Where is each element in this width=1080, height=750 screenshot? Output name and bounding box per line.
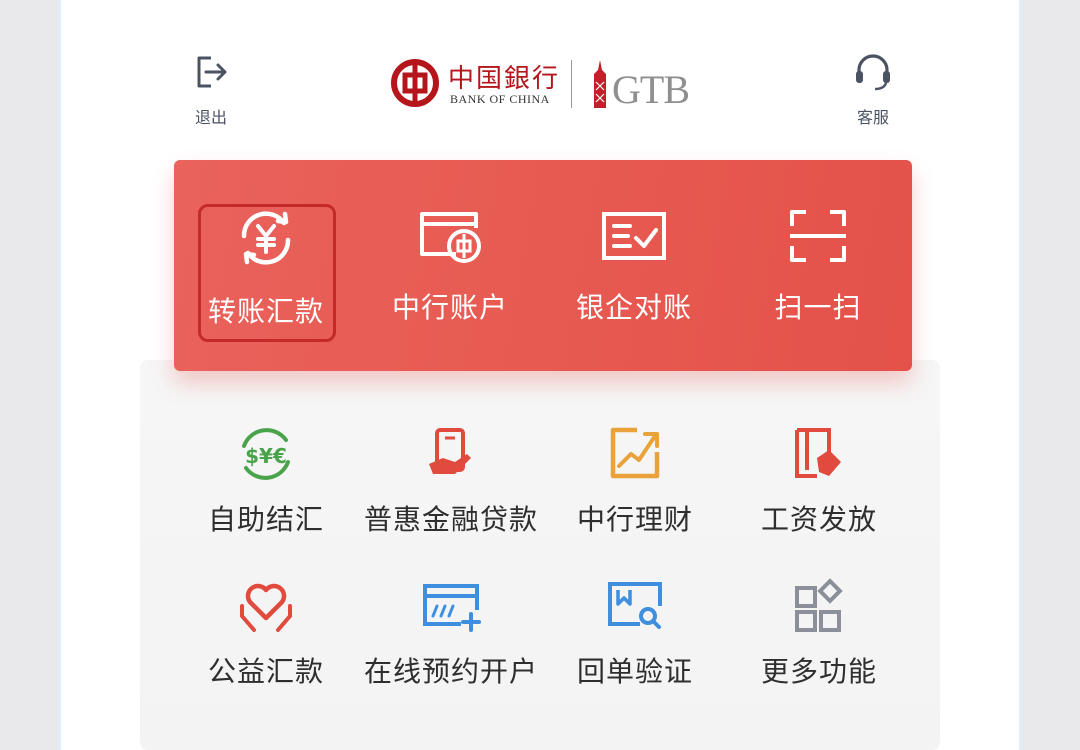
receipt-verification-button[interactable]: 回单验证 [540, 578, 730, 690]
logo-divider [571, 60, 572, 108]
boc-wealth-management-label: 中行理财 [576, 503, 693, 536]
payroll-distribution-label: 工资发放 [760, 503, 877, 536]
payroll-document-icon [795, 428, 841, 478]
logout-label: 退出 [194, 108, 227, 127]
online-account-card-icon [423, 584, 481, 632]
payroll-distribution-button[interactable]: 工资发放 [724, 424, 914, 538]
boc-account-button[interactable]: 中行账户 [360, 206, 540, 326]
charity-heart-hands-icon [240, 583, 292, 632]
charity-remittance-label: 公益汇款 [207, 655, 324, 688]
inclusive-finance-loan-label: 普惠金融贷款 [363, 503, 538, 536]
scan-label: 扫一扫 [774, 291, 862, 324]
wealth-chart-icon [610, 427, 660, 479]
transfer-yuan-icon [241, 211, 291, 265]
scan-icon [790, 210, 846, 262]
bank-of-china-emblem-icon [391, 59, 439, 107]
transfer-remittance-label: 转账汇款 [207, 295, 324, 328]
logout-button[interactable]: 退出 [188, 52, 234, 128]
tower-icon [594, 60, 606, 108]
self-service-fx-settlement-button[interactable]: $¥€ 自助结汇 [171, 424, 361, 538]
receipt-verify-icon [608, 582, 662, 629]
boc-wealth-management-button[interactable]: 中行理财 [540, 424, 730, 538]
self-service-fx-settlement-label: 自助结汇 [207, 503, 324, 536]
bank-enterprise-reconciliation-label: 银企对账 [575, 291, 692, 324]
headset-icon [856, 54, 890, 91]
bank-name-en: BANK OF CHINA [450, 92, 550, 106]
receipt-verification-label: 回单验证 [576, 655, 693, 688]
online-account-appointment-label: 在线预约开户 [363, 655, 538, 688]
more-functions-label: 更多功能 [760, 655, 877, 688]
bank-of-china-gtb-logo: 中国銀行 BANK OF CHINA GTB [390, 58, 700, 112]
charity-remittance-button[interactable]: 公益汇款 [171, 578, 361, 690]
boc-account-label: 中行账户 [391, 291, 508, 324]
customer-service-label: 客服 [856, 108, 889, 127]
online-account-appointment-button[interactable]: 在线预约开户 [356, 578, 546, 690]
transfer-remittance-button[interactable]: 转账汇款 [176, 206, 356, 330]
logout-icon [197, 56, 227, 88]
inclusive-finance-loan-button[interactable]: 普惠金融贷款 [356, 424, 546, 538]
scan-button[interactable]: 扫一扫 [728, 206, 908, 326]
quick-actions-banner: 转账汇款 中行账户 银企对账 扫一扫 [174, 160, 912, 371]
bank-name-cn: 中国銀行 [448, 64, 561, 94]
more-functions-grid-icon [795, 578, 843, 632]
loan-phone-hand-icon [429, 428, 471, 474]
bank-account-card-icon [420, 212, 481, 263]
bank-enterprise-reconciliation-button[interactable]: 银企对账 [544, 206, 724, 326]
svg-text:$¥€: $¥€ [245, 444, 287, 468]
currency-exchange-icon: $¥€ [242, 428, 290, 480]
menu-panel-background [140, 360, 940, 750]
customer-service-button[interactable]: 客服 [848, 52, 898, 128]
reconciliation-document-icon [602, 212, 666, 260]
more-functions-button[interactable]: 更多功能 [724, 578, 914, 690]
gtb-wordmark: GTB [612, 67, 690, 112]
